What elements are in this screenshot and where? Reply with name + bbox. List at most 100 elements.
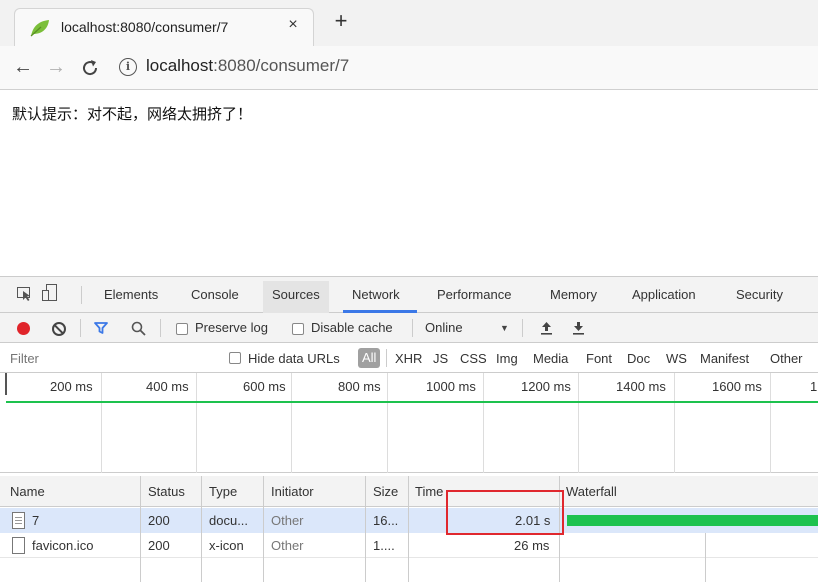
column-divider[interactable] [201,476,202,582]
filter-xhr[interactable]: XHR [395,351,422,366]
device-toolbar-icon[interactable] [42,284,58,302]
tab-console[interactable]: Console [191,287,239,302]
network-request-table: Name Status Type Initiator Size Time Wat… [0,476,818,582]
row-name[interactable]: favicon.ico [32,538,93,553]
tab-security[interactable]: Security [736,287,783,302]
tab-elements[interactable]: Elements [104,287,158,302]
page-message: 默认提示：对不起，网络太拥挤了！ [12,105,253,123]
overview-start-marker [5,373,7,395]
overview-gridline [770,373,771,473]
disable-cache-label: Disable cache [311,320,393,335]
browser-tab[interactable]: localhost:8080/consumer/7 × [14,8,314,46]
document-file-icon [12,512,25,529]
tab-close-button[interactable]: × [283,16,303,34]
column-divider[interactable] [408,476,409,582]
column-divider[interactable] [140,476,141,582]
filter-css[interactable]: CSS [460,351,487,366]
filter-all[interactable]: All [358,348,381,368]
column-waterfall[interactable]: Waterfall [566,484,617,499]
filter-manifest[interactable]: Manifest [700,351,749,366]
filter-bar: Hide data URLs All XHR JS CSS Img Media … [0,343,818,373]
column-size[interactable]: Size [373,484,398,499]
address-path: :8080/consumer/7 [213,56,350,75]
tab-application[interactable]: Application [632,287,696,302]
overview-activity-line [6,401,818,403]
toolbar-divider [81,286,82,304]
waterfall-gridline [705,533,706,582]
tab-title: localhost:8080/consumer/7 [61,19,229,35]
tab-sources[interactable]: Sources [263,281,329,313]
overview-gridline [387,373,388,473]
overview-label: 600 ms [243,379,286,394]
column-initiator[interactable]: Initiator [271,484,314,499]
row-name[interactable]: 7 [32,513,39,528]
chevron-down-icon[interactable]: ▼ [500,323,509,333]
filter-js[interactable]: JS [433,351,448,366]
timeline-overview[interactable]: 200 ms 400 ms 600 ms 800 ms 1000 ms 1200… [0,373,818,473]
overview-label: 400 ms [146,379,189,394]
disable-cache-checkbox[interactable] [292,323,304,335]
browser-toolbar: ← → i localhost:8080/consumer/7 [0,46,818,90]
leaf-icon [30,20,49,37]
filter-media[interactable]: Media [533,351,568,366]
filter-ws[interactable]: WS [666,351,687,366]
overview-label: 1 [810,379,818,394]
hide-data-urls-label: Hide data URLs [248,351,340,366]
filter-img[interactable]: Img [496,351,518,366]
forward-icon[interactable]: → [44,55,68,79]
overview-gridline [483,373,484,473]
clear-icon[interactable] [52,322,66,336]
toolbar-divider [412,319,413,337]
overview-gridline [101,373,102,473]
table-row[interactable]: favicon.ico 200 x-icon Other 1.... 26 ms [0,533,818,558]
table-header: Name Status Type Initiator Size Time Wat… [0,476,818,507]
toolbar-divider [160,319,161,337]
search-icon[interactable] [131,321,146,336]
filter-doc[interactable]: Doc [627,351,650,366]
filter-font[interactable]: Font [586,351,612,366]
overview-label: 1600 ms [712,379,762,394]
overview-label: 200 ms [50,379,93,394]
back-icon[interactable]: ← [11,55,35,79]
column-status[interactable]: Status [148,484,185,499]
new-tab-button[interactable]: + [331,10,351,32]
export-har-icon[interactable] [572,321,585,335]
filter-other[interactable]: Other [770,351,803,366]
column-time[interactable]: Time [415,484,443,499]
row-type: docu... [209,513,249,528]
tab-memory[interactable]: Memory [550,287,597,302]
toolbar-divider [386,349,387,367]
inspect-element-icon[interactable] [17,287,33,301]
tab-strip: localhost:8080/consumer/7 × + [0,0,818,46]
column-name[interactable]: Name [10,484,45,499]
address-bar[interactable]: localhost:8080/consumer/7 [146,56,349,76]
overview-label: 1000 ms [426,379,476,394]
column-type[interactable]: Type [209,484,237,499]
filter-input[interactable] [10,351,210,366]
tab-performance[interactable]: Performance [437,287,511,302]
column-divider[interactable] [365,476,366,582]
info-icon[interactable]: i [119,58,137,76]
overview-gridline [291,373,292,473]
row-initiator: Other [271,538,304,553]
row-size: 1.... [373,538,395,553]
toolbar-divider [80,319,81,337]
row-type: x-icon [209,538,244,553]
hide-data-urls-checkbox[interactable] [229,352,241,364]
overview-gridline [196,373,197,473]
waterfall-bar[interactable] [567,515,818,526]
reload-icon[interactable] [80,58,100,78]
column-divider[interactable] [263,476,264,582]
record-icon[interactable] [17,322,30,335]
devtools-panel: Elements Console Sources Network Perform… [0,276,818,582]
preserve-log-checkbox[interactable] [176,323,188,335]
highlight-annotation [446,490,564,535]
overview-label: 800 ms [338,379,381,394]
network-toolbar: Preserve log Disable cache Online ▼ [0,313,818,343]
table-row[interactable]: 7 200 docu... Other 16... 2.01 s [0,508,818,533]
import-har-icon[interactable] [540,321,553,335]
row-time: 26 ms [514,538,550,553]
throttle-select[interactable]: Online [425,320,463,335]
tab-network[interactable]: Network [352,287,400,302]
filter-icon[interactable] [94,322,108,334]
